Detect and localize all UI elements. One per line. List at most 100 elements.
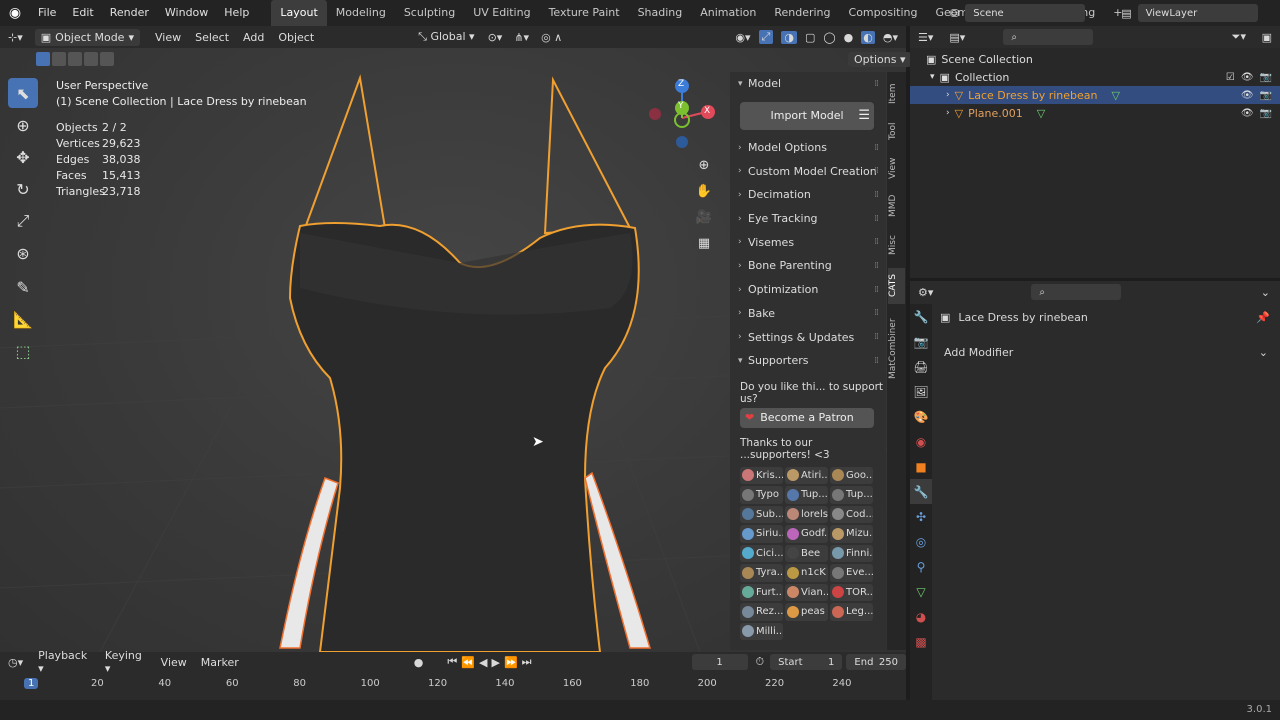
new-collection-icon[interactable]: ▣ (1262, 31, 1272, 44)
timeline-ruler[interactable]: 1 20 40 60 80 100 120 140 160 180 200 220 240 (0, 676, 906, 696)
pan-hand-icon[interactable]: ✋ (692, 179, 716, 203)
supporter-item[interactable]: Cod... (830, 505, 873, 524)
supporter-item[interactable]: n1cK (785, 564, 828, 582)
supporter-item[interactable]: Sub... (740, 505, 783, 524)
eye-icon[interactable]: 👁 (1241, 108, 1254, 119)
drag-grip-icon[interactable]: ⁞⁞ (874, 166, 879, 176)
menu-window[interactable]: Window (157, 0, 216, 26)
scale-tool-icon[interactable]: ⤢ (8, 206, 38, 236)
add-cube-tool-icon[interactable]: ⬚ (8, 336, 38, 366)
editor-type-icon[interactable]: ◷▾ (0, 656, 31, 669)
blender-logo-icon[interactable]: ◉ (0, 5, 30, 21)
supporter-item[interactable]: Godf... (785, 525, 828, 543)
scene-selector[interactable]: Scene (965, 4, 1086, 22)
stopwatch-icon[interactable]: ⏱ (756, 655, 765, 669)
tab-uv-editing[interactable]: UV Editing (464, 0, 539, 26)
menu-edit[interactable]: Edit (64, 0, 101, 26)
viewlayer-icon[interactable]: ▤ (1121, 7, 1131, 20)
section-settings-updates[interactable]: › Settings & Updates ⁞⁞ (730, 325, 886, 349)
drag-grip-icon[interactable]: ⁞⁞ (874, 356, 879, 366)
supporter-item[interactable]: lorels1 (785, 505, 828, 524)
menu-marker[interactable]: Marker (194, 656, 246, 669)
menu-select[interactable]: Select (188, 31, 236, 44)
texture-tab-icon[interactable]: ▩ (910, 629, 932, 654)
menu-view[interactable]: View (154, 656, 194, 669)
material-tab-icon[interactable]: ◕ (910, 604, 932, 629)
navigation-gizmo[interactable]: Z X Y (646, 76, 718, 152)
perspective-grid-icon[interactable]: ▦ (692, 231, 716, 255)
drag-grip-icon[interactable]: ⁞⁞ (874, 143, 879, 153)
supporter-item[interactable]: Furt... (740, 583, 783, 602)
camera-icon[interactable]: 📷 (1260, 72, 1272, 83)
pivot-icon[interactable]: ⊙▾ (482, 31, 509, 44)
model-panel-header[interactable]: ▾ Model ⁞⁞ (730, 72, 886, 96)
supporter-item[interactable]: TOR... (830, 583, 873, 602)
supporter-item[interactable]: Tyra... (740, 564, 783, 582)
menu-keying[interactable]: Keying ▾ (98, 649, 154, 675)
record-icon[interactable]: ● (414, 656, 424, 669)
section-model-options[interactable]: › Model Options ⁞⁞ (730, 136, 886, 160)
supporter-item[interactable]: Atiri... (785, 466, 828, 485)
cursor-tool-icon[interactable]: ⊕ (8, 110, 38, 140)
supporter-item[interactable]: Finni... (830, 544, 873, 563)
drag-grip-icon[interactable]: ⁞⁞ (874, 237, 879, 247)
particles-tab-icon[interactable]: ✣ (910, 504, 932, 529)
menu-add[interactable]: Add (236, 31, 271, 44)
snap-icon[interactable]: ⋔▾ (508, 31, 535, 44)
jump-start-icon[interactable]: ⏮ (447, 655, 457, 669)
import-model-button[interactable]: Import Model ☰ (740, 101, 874, 130)
xray-icon[interactable]: ▢ (805, 31, 815, 44)
section-custom-model-creation[interactable]: › Custom Model Creation ⁞⁞ (730, 159, 886, 183)
tab-misc[interactable]: Misc (888, 228, 905, 262)
shading-material-icon[interactable]: ◐ (861, 30, 875, 44)
supporter-item[interactable]: Bee (785, 544, 828, 563)
supporter-item[interactable]: Tup... (830, 486, 873, 504)
output-tab-icon[interactable]: 🖨 (910, 354, 932, 379)
outliner-item-lace-dress[interactable]: › ▽ Lace Dress by rinebean ▽ 👁 📷 (910, 86, 1280, 104)
current-frame-field[interactable]: 1 (691, 654, 748, 670)
camera-view-icon[interactable]: 🎥 (692, 205, 716, 229)
rotate-tool-icon[interactable]: ↻ (8, 174, 38, 204)
section-supporters[interactable]: ▾ Supporters ⁞⁞ (730, 349, 886, 373)
move-tool-icon[interactable]: ✥ (8, 142, 38, 172)
tab-item[interactable]: Item (888, 76, 905, 112)
editor-type-icon[interactable]: ☰▾ (910, 31, 941, 44)
measure-tool-icon[interactable]: 📐 (8, 304, 38, 334)
play-icon[interactable]: ▶ (491, 656, 499, 669)
supporter-item[interactable]: Siriu... (740, 525, 783, 543)
zoom-icon[interactable]: ⊕ (692, 153, 716, 177)
tab-cats[interactable]: CATS (888, 268, 905, 304)
properties-search-input[interactable]: ⌕ (1031, 284, 1122, 300)
transform-orientation[interactable]: ⤡ Global ▾ (411, 30, 481, 44)
filter-icon[interactable]: ⏷▾ (1232, 30, 1246, 44)
camera-icon[interactable]: 📷 (1260, 90, 1272, 101)
drag-grip-icon[interactable]: ⁞⁞ (874, 190, 879, 200)
shading-solid-icon[interactable]: ● (844, 31, 854, 44)
tab-matcombiner[interactable]: MatCombiner (888, 312, 905, 386)
play-reverse-icon[interactable]: ◀ (479, 656, 487, 669)
menu-object[interactable]: Object (271, 31, 321, 44)
editor-type-icon[interactable]: ⊹▾ (0, 31, 31, 44)
start-frame-field[interactable]: Start 1 (770, 654, 843, 670)
next-keyframe-icon[interactable]: ⏩ (504, 656, 518, 669)
annotate-tool-icon[interactable]: ✎ (8, 272, 38, 302)
select-box-tool-icon[interactable]: ⬉ (8, 78, 38, 108)
drag-grip-icon[interactable]: ⁞⁞ (874, 332, 879, 342)
physics-tab-icon[interactable]: ◎ (910, 529, 932, 554)
pin-icon[interactable]: 📌 (1256, 311, 1270, 324)
supporter-item[interactable]: Tup... (785, 486, 828, 504)
section-decimation[interactable]: › Decimation ⁞⁞ (730, 183, 886, 207)
supporter-item[interactable]: Vian... (785, 583, 828, 602)
supporter-item[interactable]: Leg... (830, 603, 873, 621)
drag-grip-icon[interactable]: ⁞⁞ (874, 214, 879, 224)
mode-selector[interactable]: ▣ Object Mode ▾ (34, 28, 140, 46)
select-invert-icon[interactable] (84, 52, 98, 66)
tab-mmd[interactable]: MMD (888, 190, 905, 222)
supporter-item[interactable]: Typo (740, 486, 783, 504)
shading-wireframe-icon[interactable]: ◯ (823, 31, 835, 44)
shading-rendered-icon[interactable]: ◓▾ (883, 31, 898, 44)
section-bone-parenting[interactable]: › Bone Parenting ⁞⁞ (730, 254, 886, 278)
tab-compositing[interactable]: Compositing (840, 0, 927, 26)
tab-shading[interactable]: Shading (629, 0, 692, 26)
transform-tool-icon[interactable]: ⊛ (8, 238, 38, 268)
